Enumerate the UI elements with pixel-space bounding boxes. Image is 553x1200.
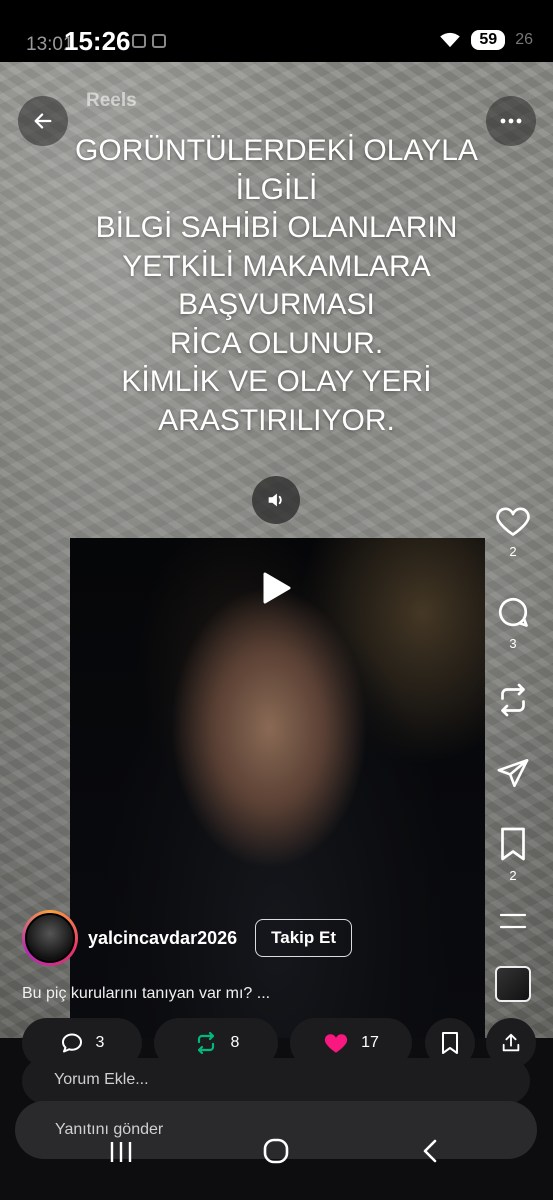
more-dots-icon [500,118,522,124]
bookmark-icon [501,827,525,861]
wifi-icon [440,32,461,48]
overlay-line: İLGİLİ [235,172,318,206]
like-action[interactable]: 2 [490,504,536,559]
upload-icon [502,1033,520,1052]
bookmark-action[interactable]: 2 [490,826,536,883]
repost-count: 8 [230,1034,240,1051]
home-icon [263,1138,289,1164]
repost-green-icon [197,1031,214,1055]
caption[interactable]: Bu piç kurularını tanıyan var mı? ... [22,985,270,1003]
audio-thumbnail[interactable] [495,966,531,1002]
notification-icon [152,34,166,48]
username[interactable]: yalcincavdar2026 [88,928,237,949]
heart-filled-icon [324,1034,348,1053]
speaker-icon [268,493,282,507]
comment-icon [498,598,528,627]
back-nav-button[interactable] [420,1138,440,1169]
menu-action[interactable] [490,910,536,932]
overlay-line: ARASTIRILIYOR. [158,403,395,437]
battery-indicator: 59 [471,30,506,50]
status-time: 15:26 [64,26,131,56]
status-secondary-percent: 26 [515,31,533,48]
like-count-bar: 17 [361,1034,379,1051]
avatar-image [25,913,75,963]
arrow-left-icon [34,113,52,129]
comment-input[interactable]: Yorum Ekle... [22,1058,530,1104]
chevron-left-icon [423,1139,437,1163]
recent-apps-button[interactable] [108,1140,134,1169]
repost-icon [501,683,525,717]
play-icon [263,572,291,604]
overlay-line: RİCA OLUNUR. [169,326,384,360]
author-row: yalcincavdar2026 Takip Et [22,910,352,966]
recent-apps-icon [110,1142,132,1162]
overlay-line: GORÜNTÜLERDEKİ OLAYLA [75,134,478,167]
reply-count: 3 [95,1034,105,1051]
reply-icon [61,1033,82,1053]
comment-count: 3 [509,636,517,651]
play-button[interactable] [254,566,298,610]
overlay-line: BİLGİ SAHİBİ OLANLARIN [95,211,458,244]
header-title: Reels [86,90,137,111]
comment-action[interactable]: 3 [490,594,536,651]
share-action[interactable] [490,756,536,790]
like-count: 2 [509,544,517,559]
sound-toggle-button[interactable] [252,476,300,524]
overlay-text: GORÜNTÜLERDEKİ OLAYLA İLGİLİ BİLGİ SAHİB… [40,132,513,440]
notification-icon [132,34,146,48]
overlay-line: YETKİLİ MAKAMLARA [122,249,431,283]
repost-action[interactable] [490,682,536,718]
heart-icon [496,507,530,536]
home-button[interactable] [262,1137,290,1170]
status-right: 59 26 [439,30,533,50]
overlay-line: KİMLİK VE OLAY YERİ [121,365,432,398]
send-icon [497,758,529,788]
follow-button[interactable]: Takip Et [255,919,352,957]
status-bar: 13:01 15:26 59 26 [0,0,553,62]
bookmark-bar-icon [442,1032,458,1054]
overlay-line: BAŞVURMASI [178,288,375,321]
notification-icons [132,34,166,48]
menu-lines-icon [499,913,527,929]
avatar[interactable] [22,910,78,966]
bookmark-count: 2 [509,868,517,883]
